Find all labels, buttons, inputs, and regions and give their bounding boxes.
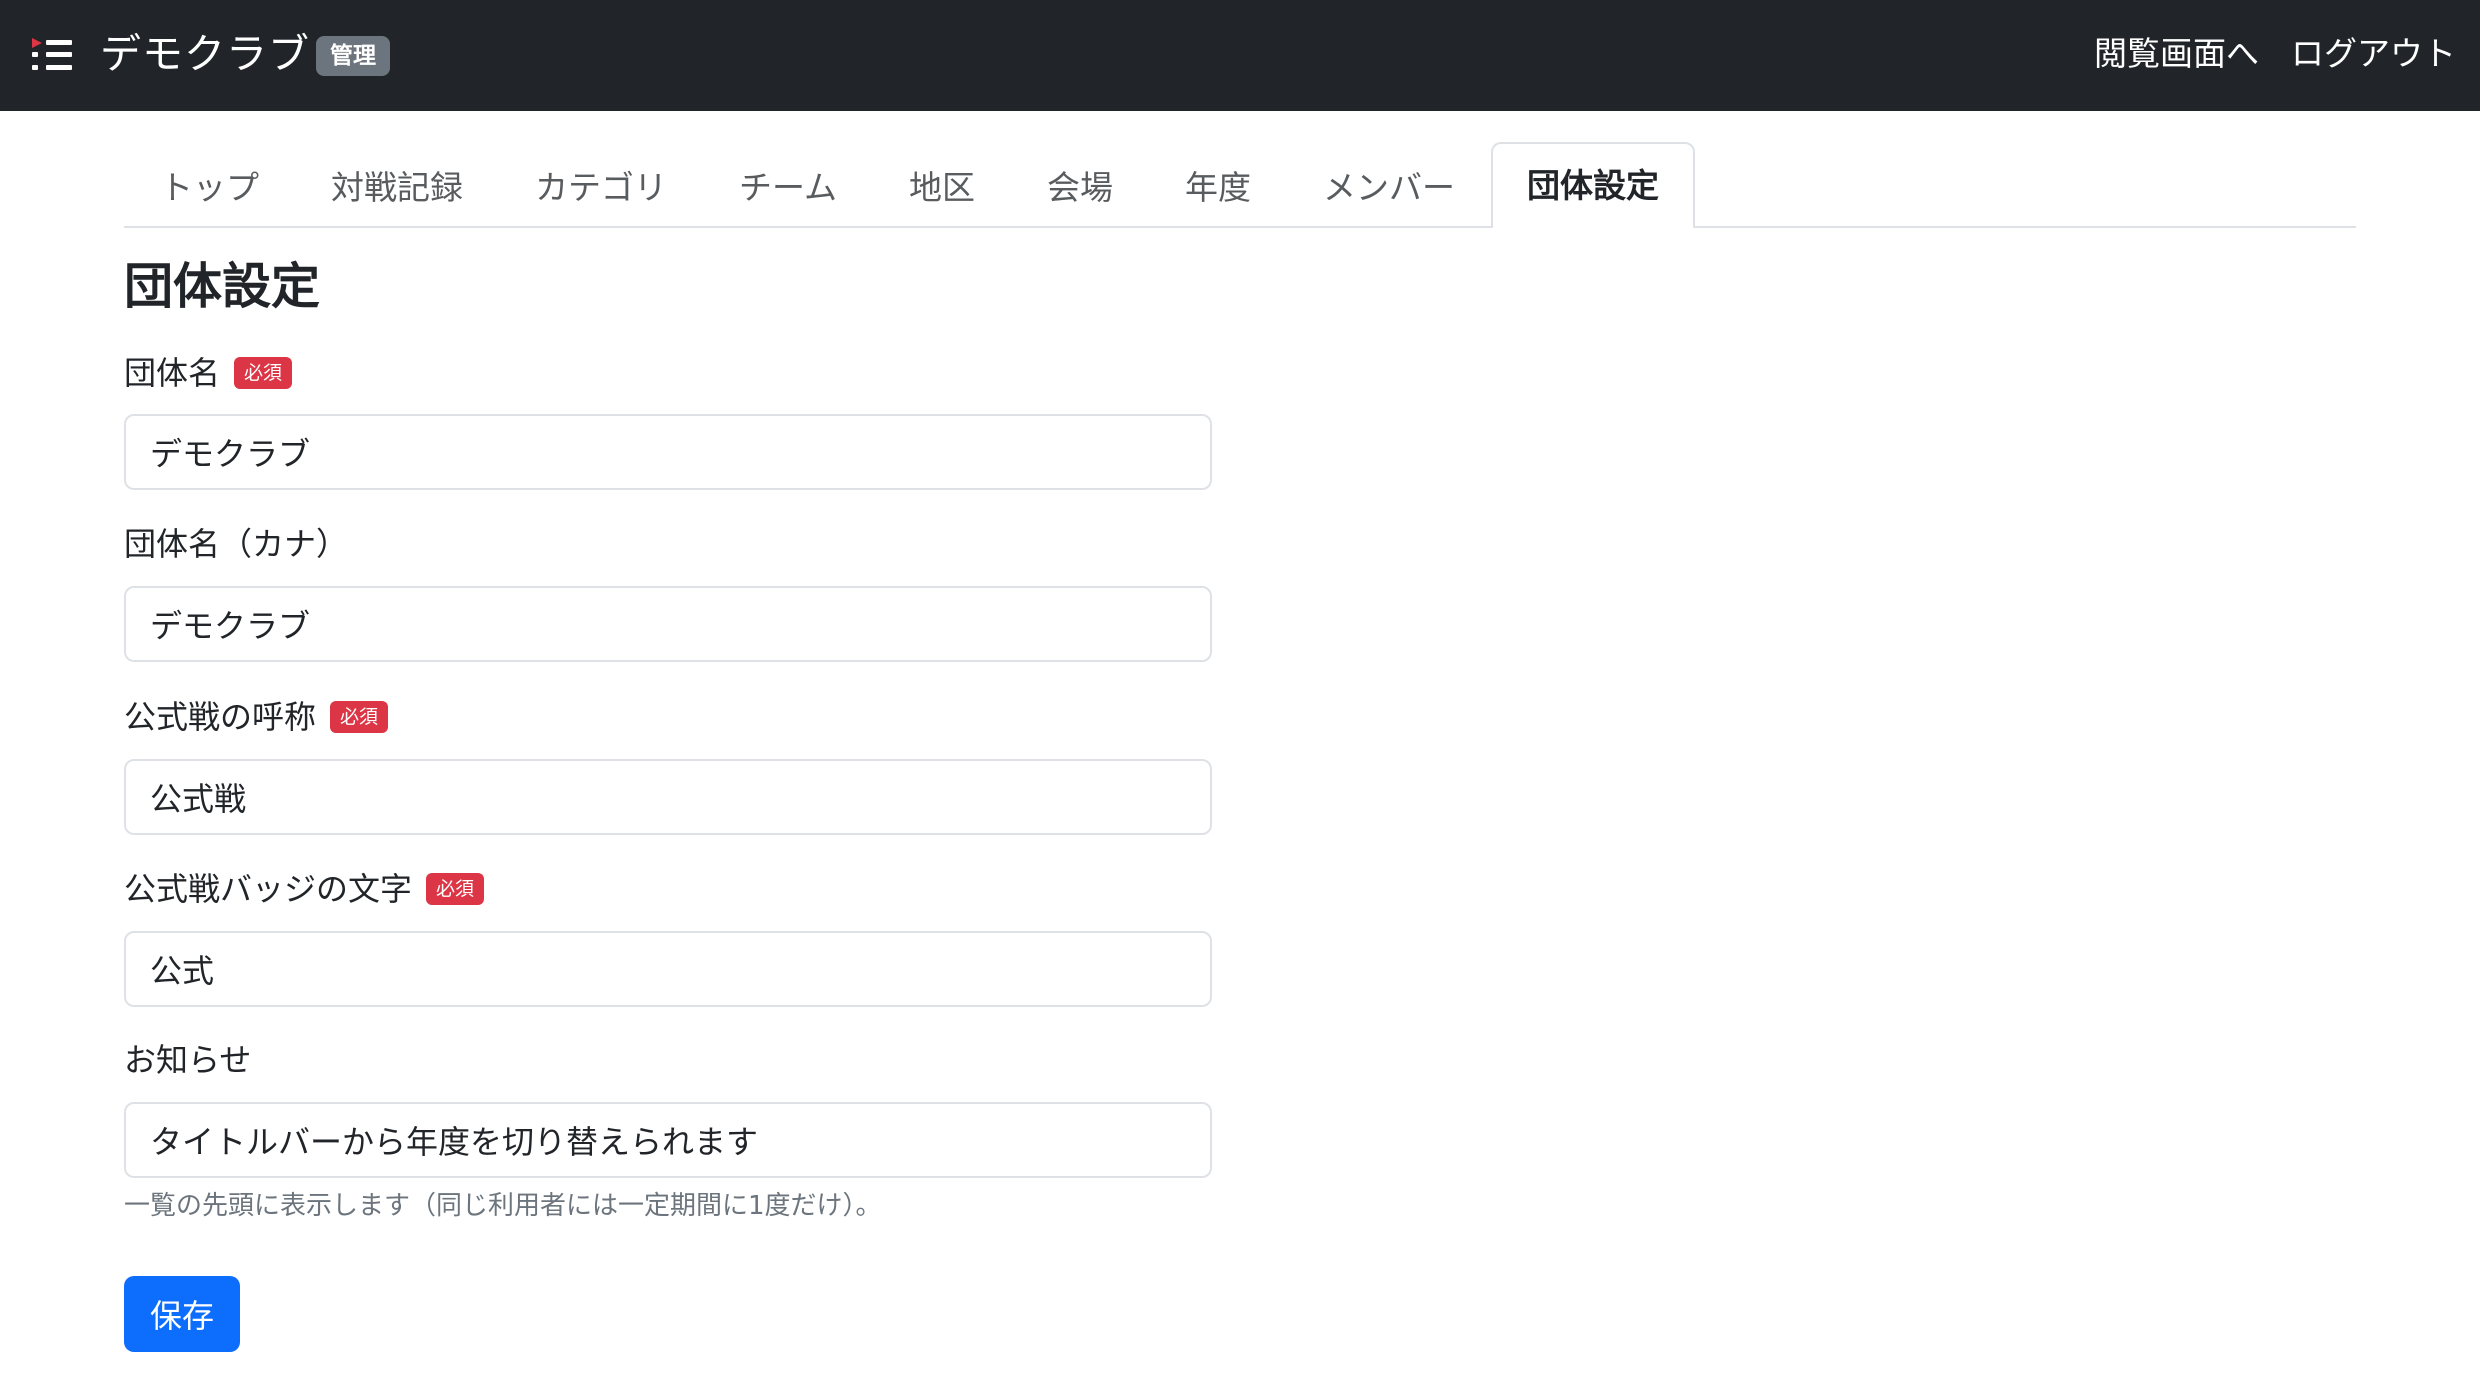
official-badge-input[interactable]: [124, 931, 1212, 1007]
notice-input[interactable]: [124, 1102, 1212, 1178]
required-badge: 必須: [234, 357, 293, 389]
org-name-kana-label: 団体名（カナ）: [124, 525, 349, 563]
tab-match-records[interactable]: 対戦記録: [295, 144, 499, 228]
official-badge-group: 公式戦バッジの文字 必須: [124, 867, 1212, 1007]
logout-link[interactable]: ログアウト: [2291, 28, 2456, 80]
notice-label: お知らせ: [124, 1041, 252, 1079]
notice-label-row: お知らせ: [124, 1038, 1212, 1082]
notice-help-text: 一覧の先頭に表示します（同じ利用者には一定期間に1度だけ）。: [124, 1191, 882, 1221]
official-name-input[interactable]: [124, 759, 1212, 835]
view-page-link[interactable]: 閲覧画面へ: [2094, 28, 2259, 80]
list-menu-icon: [32, 38, 72, 70]
org-name-input[interactable]: [124, 414, 1212, 490]
tab-top[interactable]: トップ: [124, 144, 295, 228]
brand-title[interactable]: デモクラブ: [100, 28, 310, 80]
tab-team[interactable]: チーム: [703, 144, 873, 228]
top-navbar: デモクラブ 管理 閲覧画面へ ログアウト: [0, 0, 2480, 111]
org-name-kana-label-row: 団体名（カナ）: [124, 522, 1212, 566]
admin-badge: 管理: [316, 36, 390, 76]
org-name-kana-input[interactable]: [124, 586, 1212, 662]
page-title: 団体設定: [124, 258, 321, 315]
tab-venue[interactable]: 会場: [1011, 144, 1149, 228]
required-badge: 必須: [426, 873, 485, 905]
tab-category[interactable]: カテゴリ: [499, 144, 703, 228]
tab-district[interactable]: 地区: [873, 144, 1011, 228]
official-name-label-row: 公式戦の呼称 必須: [124, 695, 1212, 739]
save-button[interactable]: 保存: [124, 1276, 240, 1352]
org-name-label: 団体名: [124, 354, 221, 392]
header-links: 閲覧画面へ ログアウト: [2094, 28, 2456, 80]
official-badge-label-row: 公式戦バッジの文字 必須: [124, 867, 1212, 911]
org-name-kana-group: 団体名（カナ）: [124, 522, 1212, 662]
tab-members[interactable]: メンバー: [1287, 144, 1491, 228]
required-badge: 必須: [330, 701, 389, 733]
tab-year[interactable]: 年度: [1149, 144, 1287, 228]
official-name-label: 公式戦の呼称: [124, 698, 317, 736]
org-name-group: 団体名 必須: [124, 351, 1212, 490]
official-badge-label: 公式戦バッジの文字: [124, 870, 413, 908]
notice-group: お知らせ: [124, 1038, 1212, 1178]
admin-tabs: トップ 対戦記録 カテゴリ チーム 地区 会場 年度 メンバー 団体設定: [124, 142, 2356, 228]
org-name-label-row: 団体名 必須: [124, 351, 1212, 395]
official-name-group: 公式戦の呼称 必須: [124, 695, 1212, 835]
tab-org-settings[interactable]: 団体設定: [1491, 142, 1696, 228]
